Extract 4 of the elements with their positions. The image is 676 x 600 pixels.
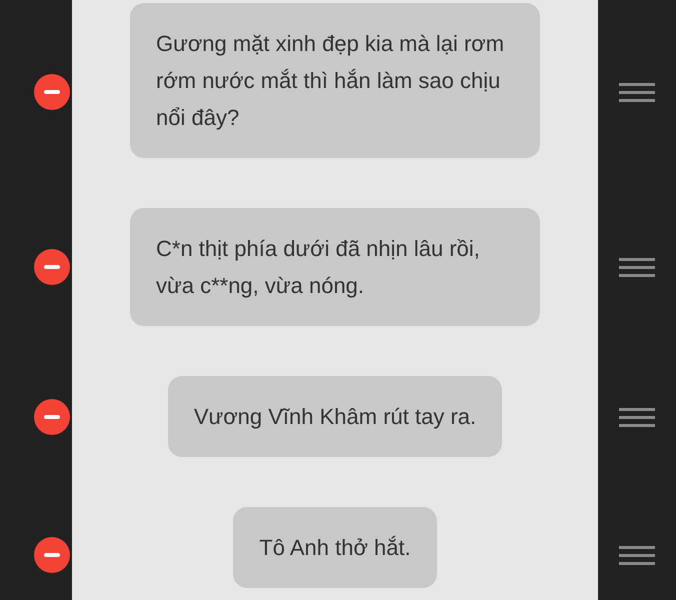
message-bubble: C*n thịt phía dưới đã nhịn lâu rồi, vừa c**ng, vừa nóng. — [130, 208, 540, 326]
message-bubble: Tô Anh thở hắt. — [233, 507, 437, 588]
message-bubble: Gương mặt xinh đẹp kia mà lại rơm rớm nước mắt thì hắn làm sao chịu nổi đây? — [130, 3, 540, 158]
message-bubble: Vương Vĩnh Khâm rút tay ra. — [168, 376, 502, 457]
